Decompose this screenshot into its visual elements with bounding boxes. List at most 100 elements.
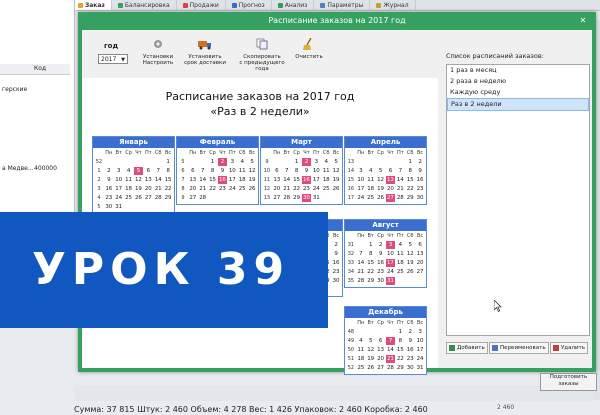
day-cell[interactable]: 22 <box>292 185 302 193</box>
tab-0[interactable]: Заказ <box>72 0 112 10</box>
day-cell[interactable]: 27 <box>272 194 282 202</box>
day-cell[interactable]: 20 <box>415 259 425 267</box>
day-cell[interactable]: 16 <box>376 259 386 267</box>
day-cell[interactable]: 13 <box>415 250 425 258</box>
day-cell[interactable]: 7 <box>395 167 405 175</box>
day-cell[interactable]: 5 <box>133 167 144 175</box>
day-cell[interactable]: 30 <box>376 277 386 285</box>
day-cell[interactable]: 14 <box>153 176 163 184</box>
day-cell[interactable]: 23 <box>302 185 312 193</box>
set-delivery-button[interactable]: Установить срок доставки <box>182 38 228 66</box>
day-cell[interactable]: 5 <box>331 158 341 166</box>
day-cell[interactable]: 4 <box>356 337 366 345</box>
list-item[interactable]: 2 раза в неделю <box>447 76 589 87</box>
list-item[interactable]: Раз в 2 недели <box>447 98 589 111</box>
day-cell[interactable]: 3 <box>385 241 396 249</box>
day-cell[interactable]: 11 <box>356 346 366 354</box>
day-cell[interactable]: 25 <box>366 194 376 202</box>
day-cell[interactable]: 13 <box>385 176 396 184</box>
day-cell[interactable]: 8 <box>395 337 405 345</box>
year-select[interactable]: 2017 ▼ <box>98 54 128 64</box>
day-cell[interactable]: 5 <box>247 158 257 166</box>
day-cell[interactable]: 10 <box>114 176 124 184</box>
day-cell[interactable]: 9 <box>302 167 312 175</box>
tab-3[interactable]: Прогноз <box>226 0 272 10</box>
day-cell[interactable]: 17 <box>311 176 321 184</box>
day-cell[interactable]: 21 <box>385 355 396 363</box>
day-cell[interactable]: 4 <box>237 158 247 166</box>
day-cell[interactable]: 6 <box>188 167 198 175</box>
day-cell[interactable]: 3 <box>114 167 124 175</box>
day-cell[interactable]: 11 <box>124 176 134 184</box>
list-item[interactable]: а Медве... <box>2 165 34 172</box>
tab-6[interactable]: Журнал <box>370 0 416 10</box>
day-cell[interactable]: 1 <box>163 158 173 166</box>
day-cell[interactable]: 1 <box>292 158 302 166</box>
list-item[interactable]: Каждую среду <box>447 87 589 98</box>
day-cell[interactable]: 13 <box>272 176 282 184</box>
day-cell[interactable]: 17 <box>227 176 237 184</box>
day-cell[interactable]: 26 <box>405 268 415 276</box>
day-cell[interactable]: 15 <box>208 176 218 184</box>
day-cell[interactable]: 24 <box>415 355 425 363</box>
day-cell[interactable]: 23 <box>376 268 386 276</box>
day-cell[interactable]: 24 <box>311 185 321 193</box>
day-cell[interactable]: 9 <box>104 176 114 184</box>
day-cell[interactable]: 1 <box>208 158 218 166</box>
day-cell[interactable]: 30 <box>104 203 114 211</box>
day-cell[interactable]: 8 <box>366 250 376 258</box>
day-cell[interactable]: 19 <box>366 355 376 363</box>
day-cell[interactable]: 26 <box>376 194 386 202</box>
day-cell[interactable]: 12 <box>405 250 415 258</box>
day-cell[interactable]: 27 <box>143 194 153 202</box>
day-cell[interactable]: 28 <box>386 364 396 372</box>
day-cell[interactable]: 4 <box>124 167 134 175</box>
day-cell[interactable]: 19 <box>376 185 386 193</box>
day-cell[interactable]: 4 <box>321 158 331 166</box>
day-cell[interactable]: 17 <box>114 185 124 193</box>
day-cell[interactable]: 13 <box>376 346 386 354</box>
day-cell[interactable]: 26 <box>331 185 341 193</box>
day-cell[interactable]: 15 <box>405 176 415 184</box>
day-cell[interactable]: 27 <box>415 268 425 276</box>
day-cell[interactable]: 29 <box>292 194 302 202</box>
day-cell[interactable]: 9 <box>376 250 386 258</box>
day-cell[interactable]: 26 <box>134 194 144 202</box>
day-cell[interactable]: 24 <box>114 194 124 202</box>
day-cell[interactable]: 8 <box>208 167 218 175</box>
rename-button[interactable]: Переименовать <box>489 342 549 354</box>
day-cell[interactable]: 19 <box>134 185 144 193</box>
day-cell[interactable]: 25 <box>356 364 366 372</box>
day-cell[interactable]: 3 <box>356 167 366 175</box>
day-cell[interactable]: 25 <box>321 185 331 193</box>
day-cell[interactable]: 19 <box>247 176 257 184</box>
day-cell[interactable]: 15 <box>395 346 405 354</box>
day-cell[interactable]: 30 <box>405 364 415 372</box>
day-cell[interactable]: 18 <box>237 176 247 184</box>
day-cell[interactable]: 30 <box>301 194 312 202</box>
day-cell[interactable]: 27 <box>385 194 396 202</box>
close-button[interactable]: ✕ <box>574 15 592 27</box>
day-cell[interactable]: 18 <box>395 259 405 267</box>
day-cell[interactable]: 17 <box>415 346 425 354</box>
day-cell[interactable]: 31 <box>311 194 321 202</box>
day-cell[interactable]: 22 <box>366 268 376 276</box>
day-cell[interactable]: 25 <box>237 185 247 193</box>
day-cell[interactable]: 3 <box>415 328 425 336</box>
day-cell[interactable]: 8 <box>292 167 302 175</box>
day-cell[interactable]: 9 <box>331 250 341 258</box>
day-cell[interactable]: 6 <box>143 167 153 175</box>
day-cell[interactable]: 10 <box>311 167 321 175</box>
add-button[interactable]: Добавить <box>446 342 488 354</box>
day-cell[interactable]: 23 <box>218 185 228 193</box>
day-cell[interactable]: 28 <box>282 194 292 202</box>
day-cell[interactable]: 17 <box>385 259 396 267</box>
day-cell[interactable]: 20 <box>386 185 396 193</box>
day-cell[interactable]: 16 <box>415 176 425 184</box>
day-cell[interactable]: 6 <box>415 241 425 249</box>
day-cell[interactable]: 18 <box>356 355 366 363</box>
day-cell[interactable]: 28 <box>198 194 208 202</box>
day-cell[interactable]: 7 <box>385 337 396 345</box>
day-cell[interactable]: 19 <box>405 259 415 267</box>
day-cell[interactable]: 23 <box>415 185 425 193</box>
